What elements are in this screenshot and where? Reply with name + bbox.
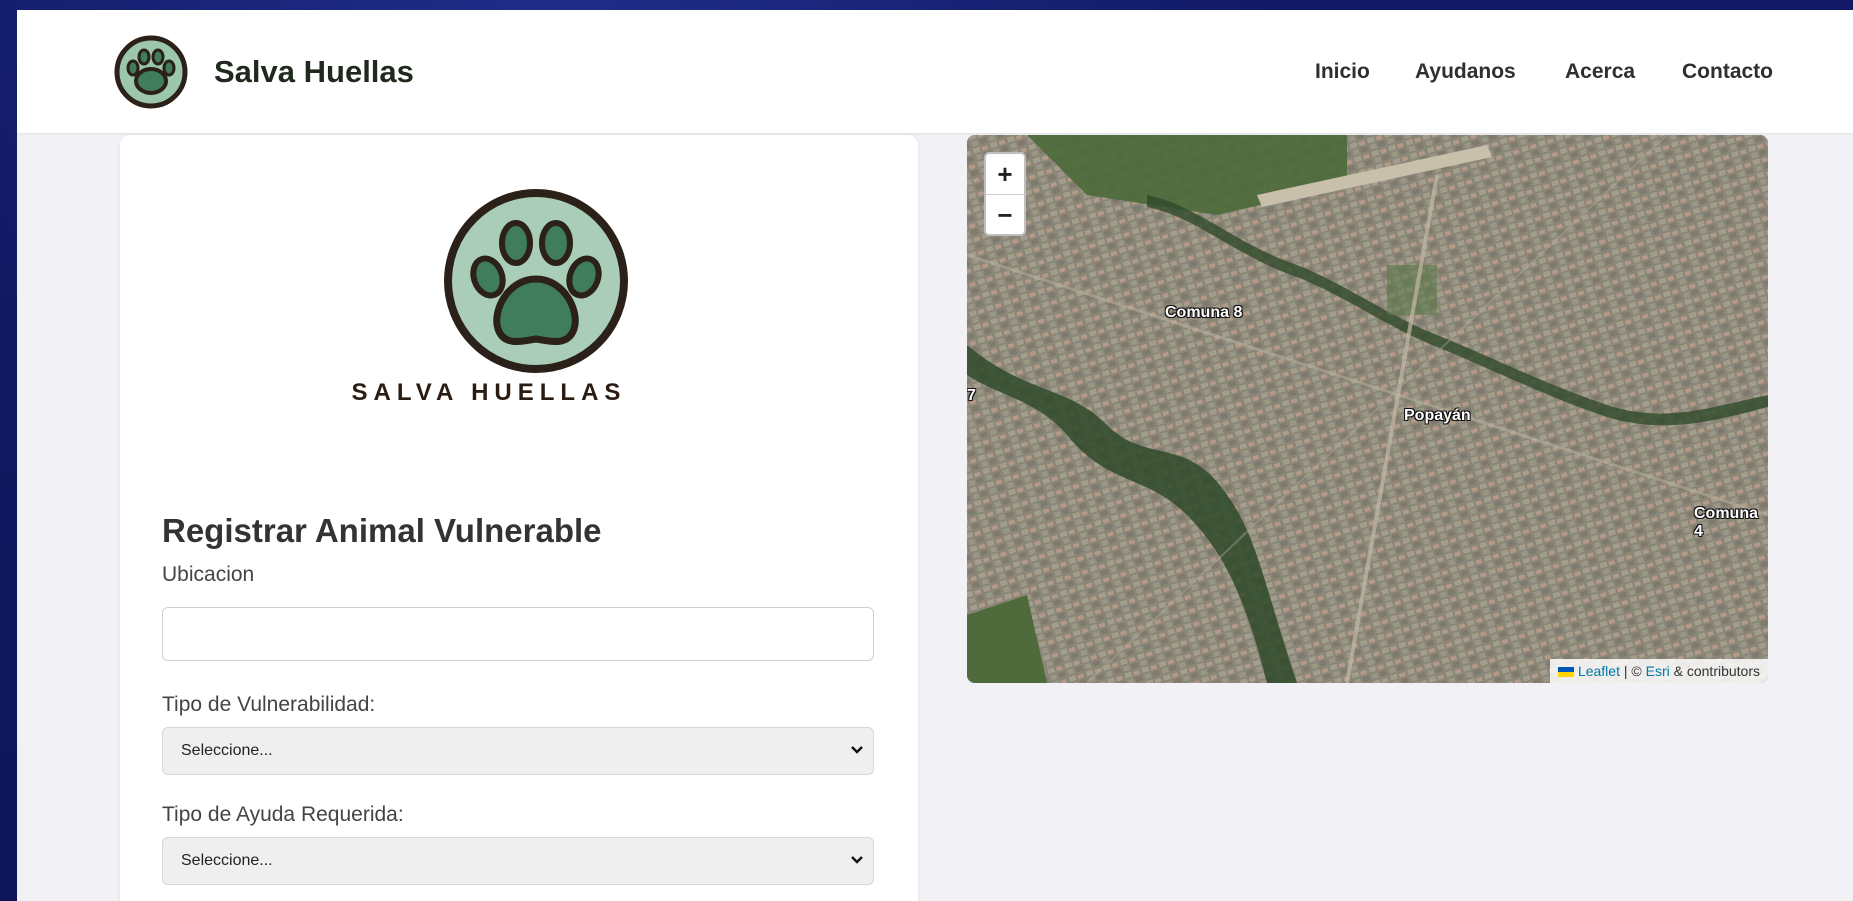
browser-viewport: Salva Huellas Inicio Ayudanos Acerca Con… (17, 10, 1853, 901)
nav-link-acerca[interactable]: Acerca (1565, 60, 1635, 84)
ubicacion-input[interactable] (162, 607, 874, 661)
chevron-down-icon (851, 856, 863, 864)
ayuda-selected: Seleccione... (181, 852, 273, 869)
paw-logo-icon[interactable] (114, 35, 188, 109)
navbar: Salva Huellas Inicio Ayudanos Acerca Con… (17, 10, 1853, 133)
map-label-comuna-4: Comuna 4 (1694, 505, 1758, 540)
ukraine-flag-icon (1557, 667, 1574, 678)
zoom-control: + − (984, 152, 1026, 236)
paw-logo-large-icon (444, 189, 628, 373)
nav-link-ayudanos[interactable]: Ayudanos (1415, 60, 1516, 84)
satellite-map[interactable]: + − Comuna 8 Popayán Comuna 4 7 Leaflet … (967, 135, 1768, 683)
map-label-7: 7 (967, 387, 976, 404)
vulnerabilidad-select[interactable]: Seleccione... (162, 727, 874, 775)
map-tiles[interactable] (967, 135, 1768, 683)
leaflet-link[interactable]: Leaflet (1578, 663, 1620, 679)
brand-name[interactable]: Salva Huellas (214, 54, 414, 90)
map-attribution: Leaflet | © Esri & contributors (1549, 659, 1768, 683)
zoom-out-button[interactable]: − (986, 195, 1024, 235)
nav-link-inicio[interactable]: Inicio (1315, 60, 1370, 84)
ayuda-select[interactable]: Seleccione... (162, 837, 874, 885)
ubicacion-label: Ubicacion (162, 563, 255, 586)
map-label-comuna-8: Comuna 8 (1165, 304, 1243, 321)
logo-text: SALVA HUELLAS (351, 379, 627, 406)
attribution-contributors: & contributors (1669, 663, 1760, 679)
vulnerabilidad-label: Tipo de Vulnerabilidad: (162, 693, 376, 716)
esri-link[interactable]: Esri (1646, 663, 1670, 679)
form-title: Registrar Animal Vulnerable (162, 512, 602, 549)
vulnerabilidad-selected: Seleccione... (181, 742, 273, 759)
ayuda-label: Tipo de Ayuda Requerida: (162, 803, 404, 826)
attribution-separator: | © (1619, 663, 1646, 679)
register-form-card: SALVA HUELLAS Registrar Animal Vulnerabl… (120, 135, 918, 901)
map-label-popayan: Popayán (1404, 407, 1471, 424)
zoom-in-button[interactable]: + (986, 154, 1024, 195)
chevron-down-icon (851, 746, 863, 754)
nav-link-contacto[interactable]: Contacto (1682, 60, 1773, 84)
